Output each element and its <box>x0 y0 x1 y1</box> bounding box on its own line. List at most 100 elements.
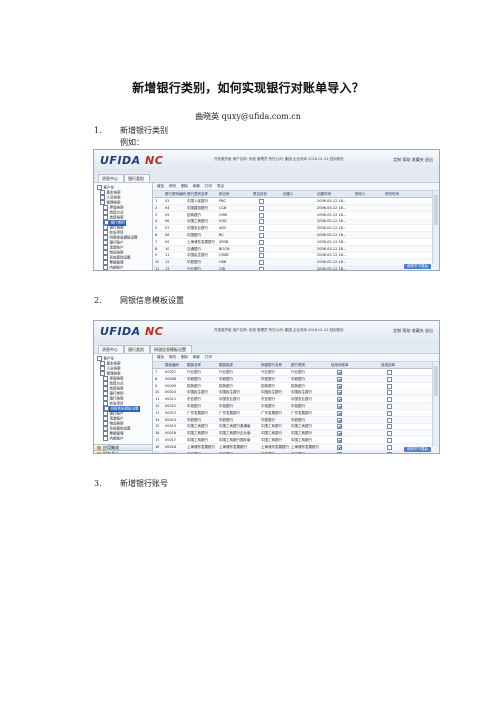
section-3: 3. 新增银行账号 <box>94 478 168 489</box>
row-checkbox[interactable] <box>337 410 342 416</box>
table-cell: 00016 <box>165 431 177 436</box>
tab-0[interactable]: 消息中心 <box>98 345 124 353</box>
table-cell: 兴业银行 <box>291 370 305 374</box>
toolbar-button-3[interactable]: 刷新 <box>193 184 200 189</box>
table-cell: 东亚银行 <box>187 397 201 402</box>
nav-label: 结算方式 <box>109 381 124 386</box>
row-checkbox[interactable] <box>259 199 264 204</box>
toolbar-button-4[interactable]: 打印 <box>205 355 212 360</box>
table-cell: 中国工商银行 <box>187 219 208 224</box>
row-checkbox[interactable] <box>259 205 264 211</box>
logo-text: UFIDA <box>100 154 146 167</box>
row-checkbox[interactable] <box>337 370 342 375</box>
row-checkbox[interactable] <box>259 226 264 232</box>
row-checkbox[interactable] <box>387 397 392 403</box>
row-checkbox[interactable] <box>337 383 342 389</box>
toolbar-button-2[interactable]: 删除 <box>181 184 188 189</box>
row-checkbox[interactable] <box>387 431 392 437</box>
tab-1[interactable]: 银行类别 <box>124 174 150 182</box>
row-checkbox[interactable] <box>259 246 264 252</box>
row-checkbox[interactable] <box>259 260 264 266</box>
table-cell: 招商银行 <box>291 383 305 388</box>
scrollbar-thumb[interactable] <box>434 366 438 396</box>
row-checkbox[interactable] <box>337 451 342 453</box>
scrollbar-thumb[interactable] <box>434 195 438 225</box>
toolbar-button-3[interactable]: 刷新 <box>193 355 200 360</box>
table-cell: 08 <box>165 233 170 237</box>
table-cell: 华夏银行 <box>261 417 275 422</box>
top-tools[interactable]: 定制 帮助 收藏夹 退出 <box>393 157 433 163</box>
row-checkbox[interactable] <box>387 438 392 443</box>
nav-label: 收支项目 <box>109 401 124 406</box>
row-checkbox[interactable] <box>259 219 264 225</box>
table-cell: 10 <box>155 390 160 395</box>
table-cell: BC <box>219 233 224 237</box>
nav-label: 银行账户 <box>109 411 124 416</box>
toolbar: 增加 修改 删除 刷新 打印 <box>153 354 439 362</box>
row-checkbox[interactable] <box>259 267 264 270</box>
row-checkbox[interactable] <box>337 424 342 430</box>
row-checkbox[interactable] <box>259 233 264 238</box>
tab-0[interactable]: 消息中心 <box>98 174 124 182</box>
toolbar-button-1[interactable]: 修改 <box>169 355 176 360</box>
table-cell: 兴业银行 <box>261 370 275 374</box>
row-checkbox[interactable] <box>387 410 392 416</box>
row-checkbox[interactable] <box>259 212 264 218</box>
toolbar-button-0[interactable]: 增加 <box>157 355 164 360</box>
table-cell: 中国工商银行 <box>187 438 208 442</box>
tab-strip: 消息中心 银行类别 网银信息模板设置 <box>94 343 439 354</box>
tab-2[interactable]: 网银信息模板设置 <box>150 345 192 353</box>
table-cell: 中国工商银行 <box>187 431 208 436</box>
nav-item-16[interactable]: 内部账户 <box>103 436 124 442</box>
table-cell: 13 <box>155 410 160 415</box>
table-cell: 中国工商银行 <box>261 438 282 442</box>
table-cell: 中国民生银行 <box>219 390 240 395</box>
row-checkbox[interactable] <box>387 451 392 453</box>
toolbar-button-4[interactable]: 打印 <box>205 184 212 189</box>
tab-1[interactable]: 银行类别 <box>124 345 150 353</box>
table-cell: 11 <box>155 397 160 402</box>
row-checkbox[interactable] <box>337 390 342 396</box>
table-cell: SPDB <box>219 239 229 244</box>
vertical-scrollbar[interactable] <box>432 191 439 264</box>
row-checkbox[interactable] <box>387 404 392 409</box>
table-cell: 10 <box>155 260 160 265</box>
table-cell: 7 <box>155 239 158 244</box>
vertical-scrollbar[interactable] <box>432 362 439 447</box>
node-icon <box>103 265 108 270</box>
module-1[interactable]: 财务会计 <box>94 450 152 453</box>
row-checkbox[interactable] <box>337 431 342 437</box>
nav-item-16[interactable]: 内部账户 <box>103 265 124 270</box>
row-checkbox[interactable] <box>387 417 392 423</box>
row-checkbox[interactable] <box>387 424 392 430</box>
row-checkbox[interactable] <box>337 438 342 443</box>
table-cell: 00008 <box>165 376 177 381</box>
row-checkbox[interactable] <box>387 370 392 375</box>
row-checkbox[interactable] <box>387 390 392 396</box>
table-row[interactable]: 11 13 兴业银行 CIB 2006-05-12 18... <box>153 266 433 270</box>
row-checkbox[interactable] <box>387 444 392 450</box>
nav-label: 界面档案 <box>109 205 124 210</box>
section-label: 新增银行类别 <box>120 126 168 135</box>
footer-badge: 说明书下载后 <box>404 447 431 452</box>
table-cell: 上海浦东发展银行 <box>291 444 319 449</box>
toolbar-button-1[interactable]: 修改 <box>169 184 176 189</box>
row-checkbox[interactable] <box>337 444 342 450</box>
table-row[interactable]: 19 00019 浙商银行 浙商银行 浙商银行 浙商银行 <box>153 451 433 453</box>
toolbar-button-5[interactable]: 导出 <box>217 184 224 189</box>
row-checkbox[interactable] <box>337 417 342 423</box>
toolbar-button-2[interactable]: 删除 <box>181 355 188 360</box>
row-checkbox[interactable] <box>259 253 264 259</box>
nav-label: 银行类别 <box>110 220 125 225</box>
toolbar-button-0[interactable]: 增加 <box>157 184 164 189</box>
row-checkbox[interactable] <box>387 376 392 382</box>
row-checkbox[interactable] <box>387 383 392 389</box>
row-checkbox[interactable] <box>259 239 264 245</box>
table-cell: 16 <box>155 431 160 436</box>
row-checkbox[interactable] <box>337 376 342 382</box>
row-checkbox[interactable] <box>337 397 342 403</box>
row-checkbox[interactable] <box>337 404 342 409</box>
top-tools[interactable]: 定制 帮助 收藏夹 退出 <box>393 328 433 334</box>
table-cell: 华夏银行 <box>219 417 233 422</box>
toolbar: 增加 修改 删除 刷新 打印 导出 <box>153 183 439 191</box>
